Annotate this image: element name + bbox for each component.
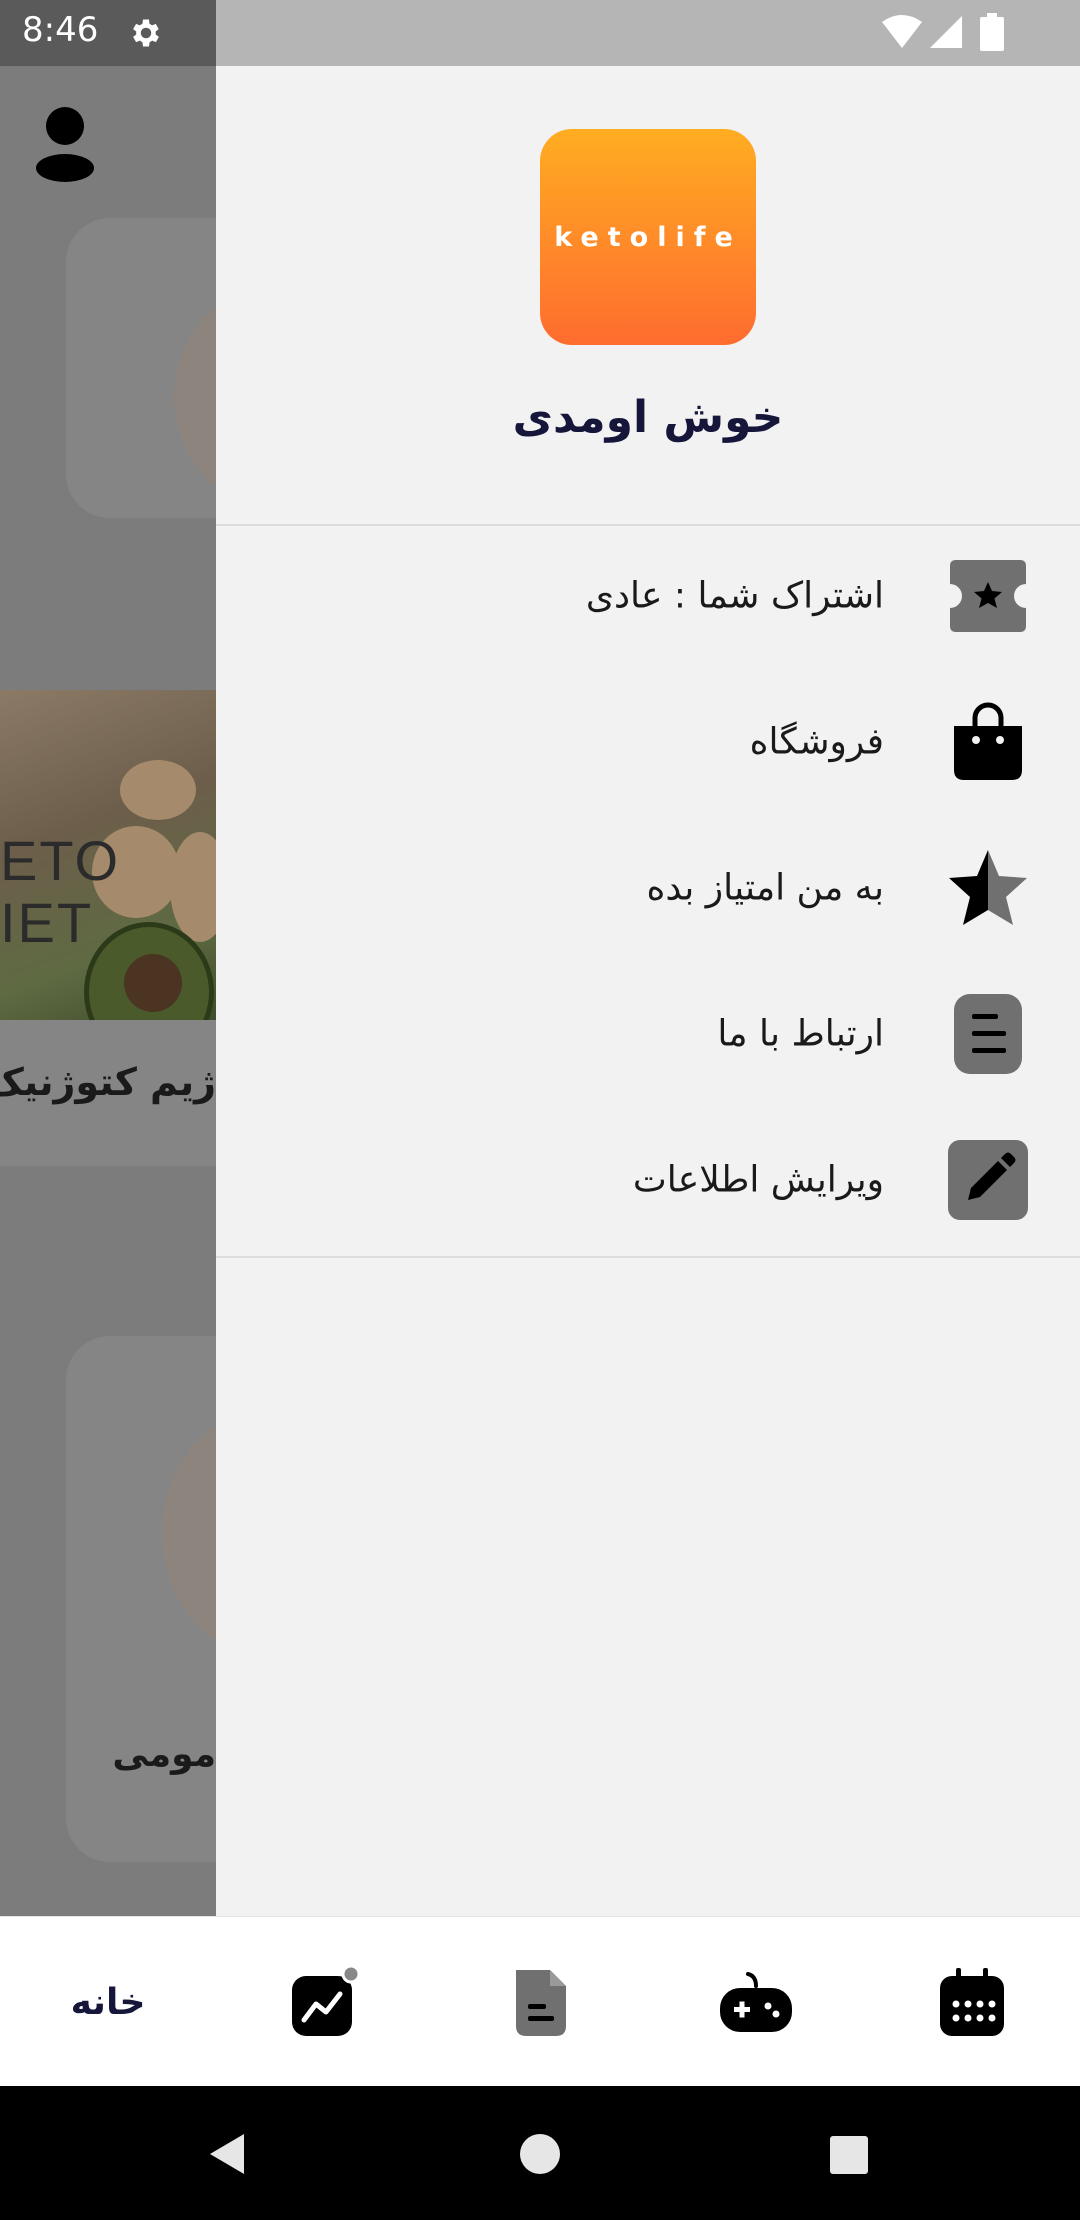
nav-home[interactable]: خانه [0,1917,216,2087]
pencil-icon [948,1140,1028,1220]
keto-text-line2: IET [0,891,94,954]
document-icon [516,1970,566,2036]
menu-item-label: ارتباط با ما [717,1013,884,1055]
keto-diet-text: ETO IET [0,830,120,954]
divider [216,524,1080,526]
background-card-image [174,282,216,512]
logo-text: ketolife [554,221,742,253]
nav-chart[interactable] [216,1917,432,2087]
keto-food-image: ETO IET [0,690,216,1020]
gamepad-icon [720,1972,792,2032]
back-icon[interactable] [204,2130,248,2178]
background-card-title: ژیم کتوژنیک [0,1060,216,1104]
background-screen[interactable]: ETO IET ژیم کتوژنیک مومی [0,66,216,1926]
avatar-icon [36,107,94,182]
signal-icon [930,16,962,48]
keto-text-line1: ETO [0,829,121,892]
bottom-navigation: خانه [0,1916,1080,2087]
menu-item-label: ویرایش اطلاعات [632,1159,884,1201]
menu-item-subscription[interactable]: اشتراک شما : عادی [216,536,1080,656]
menu-item-label: فروشگاه [749,721,884,763]
app-logo: ketolife [540,129,756,345]
calendar-icon [940,1968,1004,2036]
background-card-image [162,1408,216,1658]
battery-icon [980,13,1004,51]
navigation-drawer: ketolife خوش اومدی اشتراک شما : عادی فرو… [216,66,1080,1926]
status-time: 8:46 [22,10,99,50]
chart-icon [292,1964,361,2036]
recents-icon[interactable] [828,2134,870,2176]
nav-home-label: خانه [70,1981,146,2023]
wifi-icon [882,15,922,48]
background-card [66,1336,216,1862]
system-navigation-bar [0,2086,1080,2220]
nav-calendar[interactable] [864,1917,1080,2087]
shopping-bag-icon [954,702,1022,780]
nav-documents[interactable] [432,1917,648,2087]
document-lines-icon [954,994,1022,1074]
background-card-title: مومی [112,1734,216,1775]
menu-item-edit-profile[interactable]: ویرایش اطلاعات [216,1120,1080,1240]
menu-item-rate[interactable]: به من امتیاز بده [216,828,1080,948]
welcome-title: خوش اومدی [512,392,784,443]
egg-shape [170,832,216,942]
half-star-icon [949,850,1027,925]
settings-icon [133,19,159,47]
egg-shape [120,760,196,820]
avocado-pit-shape [124,954,182,1012]
menu-item-label: به من امتیاز بده [646,867,884,909]
nav-games[interactable] [648,1917,864,2087]
menu-item-shop[interactable]: فروشگاه [216,682,1080,802]
menu-item-contact[interactable]: ارتباط با ما [216,974,1080,1094]
divider [216,1256,1080,1258]
home-icon[interactable] [518,2132,562,2176]
background-card [66,218,216,518]
ticket-star-icon [950,560,1026,632]
menu-item-label: اشتراک شما : عادی [585,575,884,617]
